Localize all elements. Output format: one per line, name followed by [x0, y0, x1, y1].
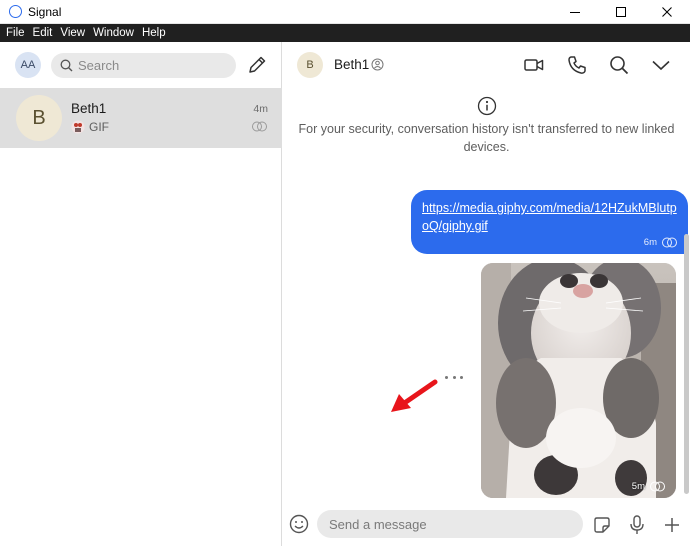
chevron-down-icon[interactable]	[650, 54, 672, 76]
maximize-button[interactable]	[598, 0, 644, 24]
cat-gif-image	[481, 263, 676, 498]
contact-info-icon	[371, 58, 384, 71]
message-time: 6m	[643, 237, 657, 248]
title-bar: Signal	[0, 0, 690, 24]
window-title: Signal	[28, 4, 62, 19]
search-icon	[60, 59, 73, 72]
video-call-icon[interactable]	[523, 54, 545, 76]
security-notice: For your security, conversation history …	[283, 96, 690, 156]
emoji-icon[interactable]	[289, 514, 309, 534]
giphy-link[interactable]: https://media.giphy.com/media/12HZukMBlu…	[422, 199, 678, 235]
chat-scrollbar[interactable]	[684, 234, 689, 494]
message-composer	[283, 504, 690, 546]
menu-help[interactable]: Help	[138, 24, 170, 42]
plus-icon[interactable]	[662, 515, 682, 535]
search-box[interactable]	[51, 53, 236, 78]
menu-edit[interactable]: Edit	[29, 24, 57, 42]
conversation-time: 4m	[253, 103, 268, 115]
gif-thumbnail-icon	[71, 120, 85, 134]
left-header: AA	[0, 42, 282, 88]
menu-bar: File Edit View Window Help	[0, 24, 690, 42]
maximize-icon	[616, 7, 626, 17]
conversation-name: Beth1	[71, 101, 107, 116]
close-icon	[662, 7, 672, 17]
security-notice-text: For your security, conversation history …	[298, 122, 675, 154]
dot	[445, 375, 448, 379]
dot	[452, 375, 456, 379]
gif-message-meta: 5m	[632, 481, 666, 492]
contact-avatar[interactable]: B	[297, 52, 323, 78]
message-more-actions-button[interactable]	[443, 371, 465, 383]
microphone-icon[interactable]	[628, 514, 646, 536]
menu-file[interactable]: File	[2, 24, 29, 42]
outgoing-gif-message[interactable]: 5m	[481, 263, 676, 498]
gif-message-time: 5m	[631, 481, 645, 492]
minimize-button[interactable]	[552, 0, 598, 24]
compose-icon[interactable]	[246, 54, 268, 76]
read-receipt-icon	[662, 237, 677, 248]
dot	[460, 375, 463, 379]
conversation-item[interactable]: B Beth1 GIF 4m	[0, 88, 282, 148]
message-meta: 6m	[644, 237, 678, 248]
chat-pane: B Beth1 For your security, conversation …	[283, 42, 690, 546]
menu-view[interactable]: View	[56, 24, 89, 42]
red-arrow-annotation-icon	[391, 379, 438, 412]
sticker-icon[interactable]	[592, 515, 612, 535]
chat-header: B Beth1	[283, 42, 690, 88]
signal-logo-icon	[9, 5, 22, 18]
message-input[interactable]	[317, 510, 583, 538]
voice-call-icon[interactable]	[566, 54, 588, 76]
search-input[interactable]	[78, 58, 218, 73]
minimize-icon	[570, 12, 580, 13]
menu-window[interactable]: Window	[89, 24, 138, 42]
read-receipt-icon	[650, 481, 665, 492]
outgoing-link-message: https://media.giphy.com/media/12HZukMBlu…	[411, 190, 688, 254]
info-icon	[477, 96, 496, 116]
conversation-preview: GIF	[71, 120, 109, 134]
conversation-list-pane: AA B Beth1 GIF 4m	[0, 42, 282, 546]
contact-name[interactable]: Beth1	[334, 57, 369, 72]
search-conversation-icon[interactable]	[608, 54, 630, 76]
close-button[interactable]	[644, 0, 690, 24]
profile-avatar[interactable]: AA	[15, 52, 41, 78]
conversation-avatar: B	[16, 95, 62, 141]
delivered-status-icon	[252, 121, 267, 132]
conversation-preview-text: GIF	[89, 120, 109, 134]
